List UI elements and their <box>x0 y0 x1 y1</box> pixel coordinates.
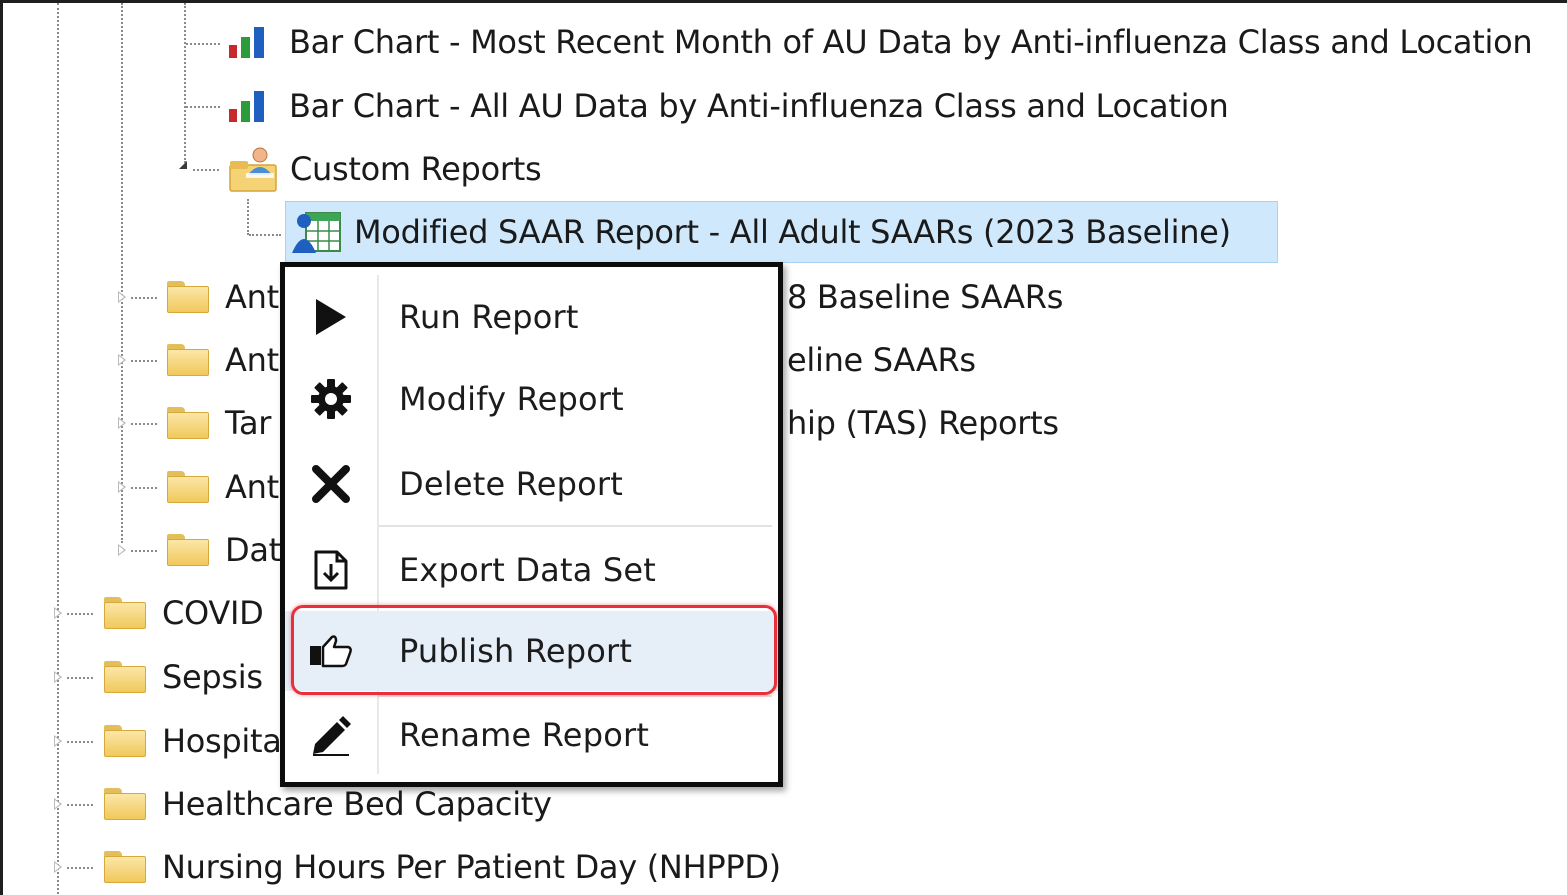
report-icon <box>292 212 341 253</box>
report-context-menu: Run Report Modify Report Delete Report E… <box>280 262 783 787</box>
menu-item-label: Export Data Set <box>399 551 657 589</box>
tree-node-label: hip (TAS) Reports <box>787 404 1059 442</box>
folder-icon <box>167 281 209 313</box>
folder-icon <box>104 788 146 820</box>
tree-node-bar-chart-all[interactable]: Bar Chart - All AU Data by Anti-influenz… <box>227 78 1229 134</box>
collapse-arrow-icon[interactable] <box>179 161 187 169</box>
tree-node-label: Custom Reports <box>290 150 542 188</box>
custom-reports-icon <box>229 147 277 192</box>
tree-node-label: COVID <box>162 594 264 632</box>
tree-node-folder[interactable]: Ant <box>167 332 279 388</box>
tree-node-label: Ant <box>225 278 279 316</box>
tree-node-label: Ant <box>225 341 279 379</box>
tree-node-folder-covid[interactable]: COVID <box>104 585 264 641</box>
menu-item-label: Run Report <box>399 298 579 336</box>
tree-node-folder-sepsis[interactable]: Sepsis <box>104 649 263 705</box>
tree-connector <box>186 106 220 108</box>
report-tree-panel: Bar Chart - Most Recent Month of AU Data… <box>0 0 1567 895</box>
tree-node-label: Modified SAAR Report - All Adult SAARs (… <box>354 213 1231 251</box>
menu-item-publish-report[interactable]: Publish Report <box>285 611 778 691</box>
tree-connector <box>67 867 93 869</box>
folder-icon <box>167 534 209 566</box>
tree-node-label: 8 Baseline SAARs <box>787 278 1064 316</box>
tree-connector <box>193 169 219 171</box>
tree-connector <box>131 360 157 362</box>
expand-arrow-icon[interactable] <box>118 291 126 303</box>
menu-item-run-report[interactable]: Run Report <box>285 277 778 357</box>
pencil-icon <box>313 716 351 756</box>
tree-node-label: Healthcare Bed Capacity <box>162 785 552 823</box>
tree-node-modified-saar-report[interactable]: Modified SAAR Report - All Adult SAARs (… <box>285 201 1278 263</box>
bar-chart-icon <box>229 91 264 122</box>
tree-connector <box>131 487 157 489</box>
tree-connector <box>131 297 157 299</box>
expand-arrow-icon[interactable] <box>54 735 62 747</box>
folder-icon <box>104 725 146 757</box>
tree-node-label: Hospita <box>162 722 282 760</box>
tree-node-folder-nhppd[interactable]: Nursing Hours Per Patient Day (NHPPD) <box>104 839 781 895</box>
gear-icon <box>311 379 351 419</box>
tree-node-folder[interactable]: Dat <box>167 522 281 578</box>
export-document-icon <box>314 550 348 590</box>
folder-icon <box>104 597 146 629</box>
tree-connector <box>67 741 93 743</box>
folder-icon <box>104 851 146 883</box>
menu-item-rename-report[interactable]: Rename Report <box>285 695 778 775</box>
play-icon <box>316 299 346 335</box>
tree-node-label-tail: eline SAARs <box>787 332 976 388</box>
menu-item-delete-report[interactable]: Delete Report <box>285 444 778 524</box>
menu-item-modify-report[interactable]: Modify Report <box>285 359 778 439</box>
tree-guide-line <box>184 3 186 163</box>
tree-guide-line <box>57 3 59 895</box>
tree-connector <box>186 43 220 45</box>
expand-arrow-icon[interactable] <box>54 671 62 683</box>
tree-guide-line <box>121 3 123 543</box>
tree-connector <box>67 804 93 806</box>
expand-arrow-icon[interactable] <box>118 481 126 493</box>
tree-node-label: Sepsis <box>162 658 263 696</box>
expand-arrow-icon[interactable] <box>118 354 126 366</box>
tree-node-custom-reports[interactable]: Custom Reports <box>228 141 542 197</box>
folder-icon <box>167 407 209 439</box>
tree-node-label: eline SAARs <box>787 341 976 379</box>
tree-node-folder[interactable]: Ant <box>167 459 279 515</box>
expand-arrow-icon[interactable] <box>54 607 62 619</box>
folder-icon <box>167 471 209 503</box>
menu-item-label: Modify Report <box>399 380 624 418</box>
tree-node-label: Tar <box>225 404 272 442</box>
folder-icon <box>104 661 146 693</box>
menu-item-label: Delete Report <box>399 465 623 503</box>
tree-connector <box>131 550 157 552</box>
tree-connector <box>131 423 157 425</box>
x-icon <box>312 465 350 503</box>
bar-chart-icon <box>229 27 264 58</box>
tree-node-folder[interactable]: Tar <box>167 395 271 451</box>
tree-node-label: Nursing Hours Per Patient Day (NHPPD) <box>162 848 781 886</box>
thumbs-up-icon <box>310 635 352 668</box>
tree-node-folder-hospital[interactable]: Hospita <box>104 713 282 769</box>
tree-node-bar-chart-recent[interactable]: Bar Chart - Most Recent Month of AU Data… <box>227 14 1533 70</box>
menu-item-export-data-set[interactable]: Export Data Set <box>285 530 778 610</box>
menu-item-label: Rename Report <box>399 716 650 754</box>
tree-node-label: Bar Chart - All AU Data by Anti-influenz… <box>289 87 1229 125</box>
tree-node-label: Ant <box>225 468 279 506</box>
tree-connector <box>67 677 93 679</box>
tree-node-label-tail: 8 Baseline SAARs <box>787 269 1063 325</box>
menu-item-label: Publish Report <box>399 632 633 670</box>
expand-arrow-icon[interactable] <box>54 861 62 873</box>
tree-node-label: Bar Chart - Most Recent Month of AU Data… <box>289 23 1533 61</box>
tree-connector <box>249 234 281 236</box>
expand-arrow-icon[interactable] <box>54 798 62 810</box>
expand-arrow-icon[interactable] <box>118 417 126 429</box>
tree-connector <box>67 613 93 615</box>
menu-separator <box>379 525 772 527</box>
folder-icon <box>167 344 209 376</box>
expand-arrow-icon[interactable] <box>118 544 126 556</box>
tree-guide-line <box>247 199 249 235</box>
tree-node-label: Dat <box>225 531 281 569</box>
tree-node-label-tail: hip (TAS) Reports <box>787 395 1059 451</box>
tree-node-folder[interactable]: Ant <box>167 269 279 325</box>
